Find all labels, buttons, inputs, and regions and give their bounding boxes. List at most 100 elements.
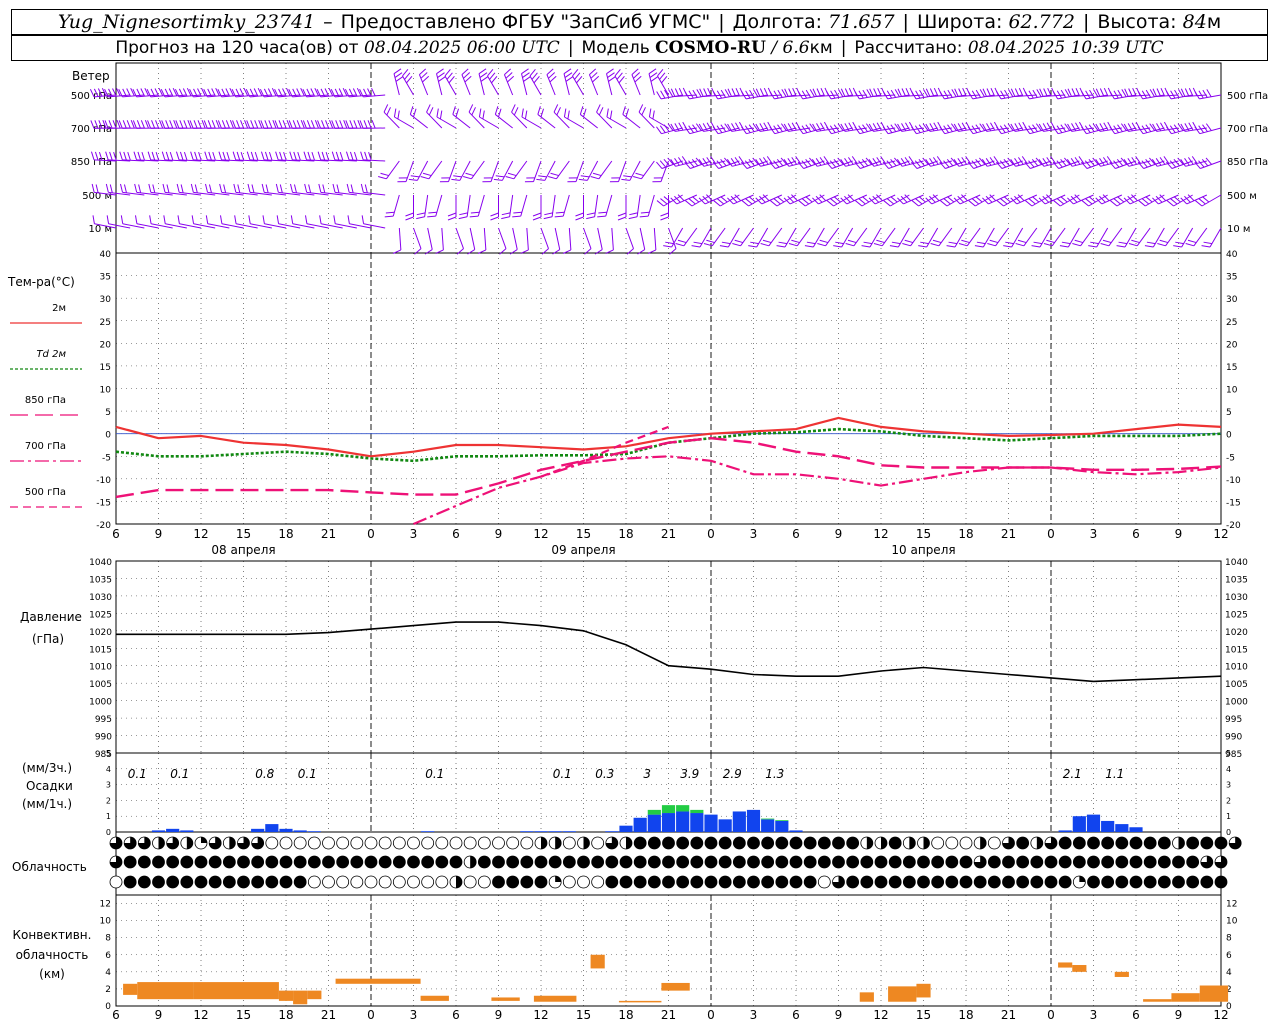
conv-cloud-bar [123,983,138,995]
cloud-symbol [520,875,534,889]
cloud-symbol [1214,875,1228,889]
pressure-ytick-right: 1015 [1225,645,1248,655]
cloud-symbol [1143,836,1157,850]
cloud-symbol [548,875,562,889]
cloud-symbol [1214,836,1228,850]
cloud-symbol [1129,855,1143,869]
cloud-symbol [208,855,222,869]
cloud-symbol [973,875,987,889]
pressure-ytick-right: 1020 [1225,628,1248,638]
wind-barb [402,69,414,96]
wind-barb [163,215,187,229]
cloud-symbol [1129,875,1143,889]
cloud-symbol [463,855,477,869]
wind-barb [546,68,557,96]
wind-barb [657,69,669,96]
precip-bar-rain [1129,827,1143,832]
cloud-symbol [1143,855,1157,869]
cloud-symbol [1115,875,1129,889]
conv-time-tick-label: 21 [661,1008,676,1022]
precip-bar-rain [1086,814,1101,832]
cloud-symbol [279,836,293,850]
wind-barb [755,121,782,132]
wind-barb [1180,87,1207,98]
precip-bar-rain [279,828,293,832]
wind-barb [840,87,867,98]
wind-barb [1067,121,1094,132]
precip-bar-rain [761,819,775,832]
precip-3h-label: 0.1 [170,767,189,781]
cloud-symbol [1200,855,1214,869]
cloud-symbol [222,836,236,850]
cloud-symbol [676,836,690,850]
cloud-symbol [336,855,350,869]
wind-barb [902,227,924,247]
cloud-symbol [874,875,888,889]
wind-barb [426,104,443,129]
wind-barb [219,183,244,196]
cloud-symbol [407,836,420,850]
cloud-symbol [435,855,449,869]
cloud-symbol [449,855,463,869]
cloud-symbol [704,855,718,869]
cloud-symbol [917,855,930,869]
cloud-symbol [506,855,520,869]
cloud-symbol [1072,855,1086,869]
cloud-symbol [605,836,619,850]
temp-ytick-left: 40 [100,250,112,260]
cloud-symbol [1186,836,1200,850]
conv-ytick-left: 10 [100,917,112,927]
cloud-symbol [1044,855,1058,869]
cloud-symbol [1058,875,1072,889]
wind-barb [755,156,782,167]
wind-barb [162,183,187,196]
cloud-symbol [1030,855,1044,869]
precip-bar-rain [534,831,548,832]
conv-time-tick-label: 3 [410,1008,418,1022]
cloud-symbol [987,875,1001,889]
wind-barb [424,227,433,255]
cloud-symbol [718,875,732,889]
time-tick-label: 21 [321,527,336,541]
cloud-symbol [803,855,817,869]
cloud-symbol [251,836,265,850]
conv-time-tick-label: 6 [1132,1008,1140,1022]
cloud-symbol [874,855,888,869]
conv-cloud-bar [661,982,690,991]
temp-ytick-left: -20 [96,521,111,531]
wind-barb [290,183,315,196]
temp-ytick-right: -15 [1226,498,1241,508]
wind-barb [563,68,574,96]
cloud-symbol [492,836,505,850]
precip-bar-rain [718,819,732,832]
cloud-symbol [293,855,307,869]
wind-barb [1195,194,1222,207]
conv-cloud-bar [916,983,931,998]
cloud-symbol [888,836,902,850]
wind-barb [1010,156,1037,167]
cloud-symbol [605,855,619,869]
cloud-symbol [690,855,704,869]
conv-ytick-right: 8 [1226,934,1232,944]
pressure-ytick-right: 1010 [1225,663,1248,673]
precip-bar-rain [421,831,435,832]
cloud-symbol [931,875,945,889]
cloud-symbol [817,855,831,869]
cloud-symbol [605,875,619,889]
wind-barb [261,183,287,196]
cloud-symbol [1172,855,1185,869]
cloud-symbol [732,855,746,869]
cloud-symbol [506,836,520,850]
temp-series-3 [413,455,1222,526]
wind-barb [575,195,584,221]
temp-ytick-right: -10 [1226,476,1241,486]
wind-barb [554,194,570,218]
wind-barb [784,87,811,98]
wind-barb [477,227,487,254]
conv-time-tick-label: 9 [495,1008,503,1022]
precip-bar-rain [307,831,321,832]
conv-time-tick-label: 6 [452,1008,460,1022]
wind-barb [812,121,839,132]
cloud-symbol [180,875,194,889]
cloud-symbol [1101,836,1115,850]
